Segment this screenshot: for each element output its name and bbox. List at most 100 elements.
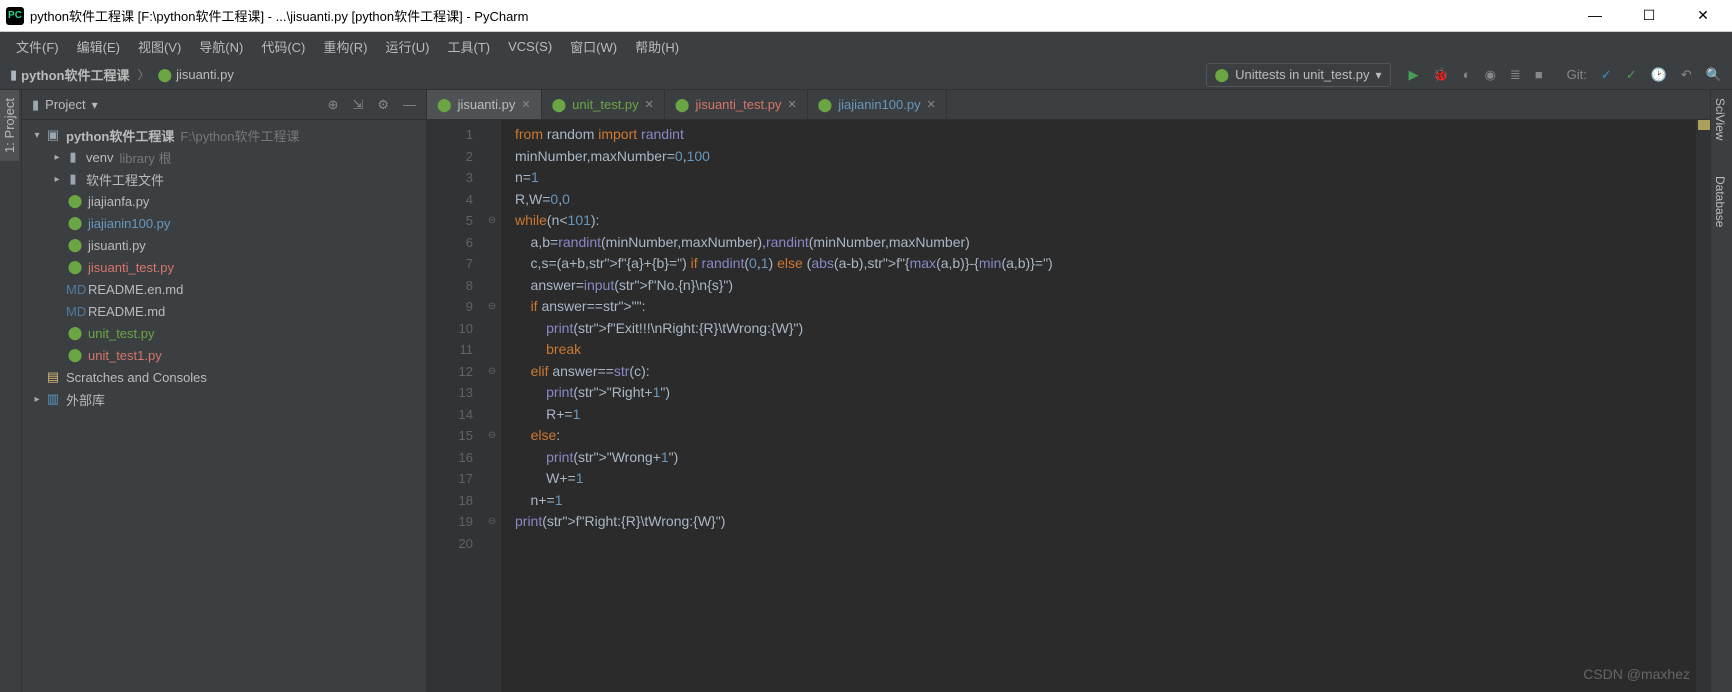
tree-root-label: python软件工程课 (66, 126, 174, 145)
tree-folder-venv[interactable]: ▸ ▮ venv library 根 (22, 146, 426, 168)
tab-label: jisuanti_test.py (695, 97, 781, 112)
tree-file[interactable]: ⬤unit_test1.py (22, 344, 426, 366)
locate-file-button[interactable]: ⊕ (328, 97, 339, 113)
close-tab-icon[interactable]: ✕ (645, 98, 654, 111)
warning-marker (1698, 120, 1710, 130)
python-file-icon: ⬤ (66, 193, 84, 209)
python-file-icon: ⬤ (66, 215, 84, 231)
close-tab-icon[interactable]: ✕ (521, 98, 530, 111)
close-button[interactable]: ✕ (1688, 7, 1718, 24)
editor-area: ⬤ jisuanti.py ✕ ⬤ unit_test.py ✕ ⬤ jisua… (427, 90, 1710, 692)
editor-body[interactable]: 1234567891011121314151617181920 ⊖⊖⊖⊖⊖ fr… (427, 120, 1710, 692)
menu-help[interactable]: 帮助(H) (627, 34, 687, 59)
stop-button[interactable]: ■ (1535, 67, 1543, 82)
python-file-icon: ⬤ (675, 97, 690, 113)
debug-button[interactable]: 🐞 (1433, 67, 1449, 83)
tree-file[interactable]: ⬤jisuanti.py (22, 234, 426, 256)
close-tab-icon[interactable]: ✕ (787, 98, 796, 111)
tree-file[interactable]: ⬤jiajianfa.py (22, 190, 426, 212)
editor-tab-unit-test[interactable]: ⬤ unit_test.py ✕ (542, 90, 665, 119)
git-label: Git: (1567, 67, 1587, 82)
arrow-down-icon: ▾ (30, 130, 44, 141)
minimize-button[interactable]: — (1580, 7, 1610, 24)
project-tree[interactable]: ▾ ▣ python软件工程课 F:\python软件工程课 ▸ ▮ venv … (22, 120, 426, 692)
menu-run[interactable]: 运行(U) (377, 34, 437, 59)
project-tool-tab[interactable]: 1: Project (0, 90, 19, 161)
database-tool-tab[interactable]: Database (1711, 168, 1729, 235)
chevron-down-icon: ▾ (92, 98, 98, 112)
editor-marker-bar (1696, 120, 1710, 692)
python-test-icon: ⬤ (552, 97, 567, 113)
git-history-button[interactable]: 🕑 (1651, 67, 1667, 83)
python-file-icon: ⬤ (437, 97, 452, 113)
tree-item-label: unit_test1.py (88, 348, 162, 363)
tree-file[interactable]: ⬤unit_test.py (22, 322, 426, 344)
tree-root[interactable]: ▾ ▣ python软件工程课 F:\python软件工程课 (22, 124, 426, 146)
project-panel: ▮ Project ▾ ⊕ ⇲ ⚙ — ▾ ▣ python软件工程课 F:\p… (22, 90, 427, 692)
breadcrumb-root-label: python软件工程课 (21, 65, 129, 84)
code-editor[interactable]: from random import randintminNumber,maxN… (501, 120, 1696, 692)
arrow-right-icon: ▸ (30, 394, 44, 405)
sciview-tool-tab[interactable]: SciView (1711, 90, 1729, 148)
tree-item-label: Scratches and Consoles (66, 370, 207, 385)
menu-code[interactable]: 代码(C) (253, 34, 313, 59)
hide-panel-button[interactable]: — (403, 97, 416, 113)
editor-tab-jiajianin100[interactable]: ⬤ jiajianin100.py ✕ (808, 90, 947, 119)
search-button[interactable]: 🔍 (1706, 67, 1722, 83)
profile-button[interactable]: ◉ (1485, 67, 1496, 83)
menu-file[interactable]: 文件(F) (8, 34, 67, 59)
collapse-all-button[interactable]: ⇲ (352, 97, 363, 113)
library-icon: ▥ (44, 391, 62, 407)
python-logo-icon: ⬤ (1215, 67, 1230, 83)
python-file-icon: ⬤ (158, 67, 173, 83)
maximize-button[interactable]: ☐ (1634, 7, 1664, 24)
breadcrumb-file-label: jisuanti.py (176, 67, 234, 82)
tree-item-label: 外部库 (66, 390, 105, 409)
menu-bar: 文件(F) 编辑(E) 视图(V) 导航(N) 代码(C) 重构(R) 运行(U… (0, 32, 1732, 60)
close-tab-icon[interactable]: ✕ (927, 98, 936, 111)
project-panel-header: ▮ Project ▾ ⊕ ⇲ ⚙ — (22, 90, 426, 120)
menu-navigate[interactable]: 导航(N) (191, 34, 251, 59)
run-configuration-dropdown[interactable]: ⬤ Unittests in unit_test.py ▾ (1206, 63, 1391, 87)
chevron-down-icon: ▾ (1375, 68, 1381, 82)
breadcrumb-separator: 〉 (137, 66, 149, 83)
tree-file[interactable]: ⬤jisuanti_test.py (22, 256, 426, 278)
markdown-file-icon: MD (66, 304, 84, 319)
module-icon: ▣ (44, 127, 62, 143)
arrow-right-icon: ▸ (50, 174, 64, 185)
run-button[interactable]: ▶ (1409, 67, 1419, 83)
breadcrumb-file[interactable]: ⬤ jisuanti.py (158, 67, 234, 83)
tree-external-libs[interactable]: ▸ ▥ 外部库 (22, 388, 426, 410)
tab-label: jisuanti.py (458, 97, 516, 112)
attach-button[interactable]: ≣ (1510, 67, 1521, 83)
python-file-icon: ⬤ (66, 259, 84, 275)
project-view-selector[interactable]: ▮ Project ▾ (32, 97, 328, 113)
menu-view[interactable]: 视图(V) (130, 34, 189, 59)
editor-tab-jisuanti[interactable]: ⬤ jisuanti.py ✕ (427, 90, 542, 119)
tree-folder-src[interactable]: ▸ ▮ 软件工程文件 (22, 168, 426, 190)
navigation-bar: ▮ python软件工程课 〉 ⬤ jisuanti.py ⬤ Unittest… (0, 60, 1732, 90)
tree-item-label: venv (86, 150, 113, 165)
git-revert-button[interactable]: ↶ (1681, 67, 1692, 83)
tree-file[interactable]: ⬤ jiajianin100.py (22, 212, 426, 234)
menu-window[interactable]: 窗口(W) (562, 34, 625, 59)
git-update-button[interactable]: ✓ (1601, 67, 1612, 83)
git-commit-button[interactable]: ✓ (1626, 67, 1637, 83)
coverage-button[interactable]: ◐ (1463, 67, 1471, 82)
menu-vcs[interactable]: VCS(S) (500, 36, 560, 57)
tree-file[interactable]: MDREADME.md (22, 300, 426, 322)
menu-refactor[interactable]: 重构(R) (315, 34, 375, 59)
tree-item-label: jisuanti.py (88, 238, 146, 253)
tree-file[interactable]: MDREADME.en.md (22, 278, 426, 300)
settings-button[interactable]: ⚙ (377, 97, 389, 113)
menu-edit[interactable]: 编辑(E) (69, 34, 128, 59)
tree-root-path: F:\python软件工程课 (180, 126, 299, 145)
tree-scratches[interactable]: ▤ Scratches and Consoles (22, 366, 426, 388)
right-tool-gutter: SciView Database (1710, 90, 1732, 692)
editor-tab-jisuanti-test[interactable]: ⬤ jisuanti_test.py ✕ (665, 90, 808, 119)
folder-icon: ▮ (10, 67, 17, 83)
menu-tools[interactable]: 工具(T) (439, 34, 498, 59)
python-test-icon: ⬤ (66, 325, 84, 341)
breadcrumb-root[interactable]: ▮ python软件工程课 (10, 65, 129, 84)
tree-item-label: jiajianin100.py (88, 216, 170, 231)
